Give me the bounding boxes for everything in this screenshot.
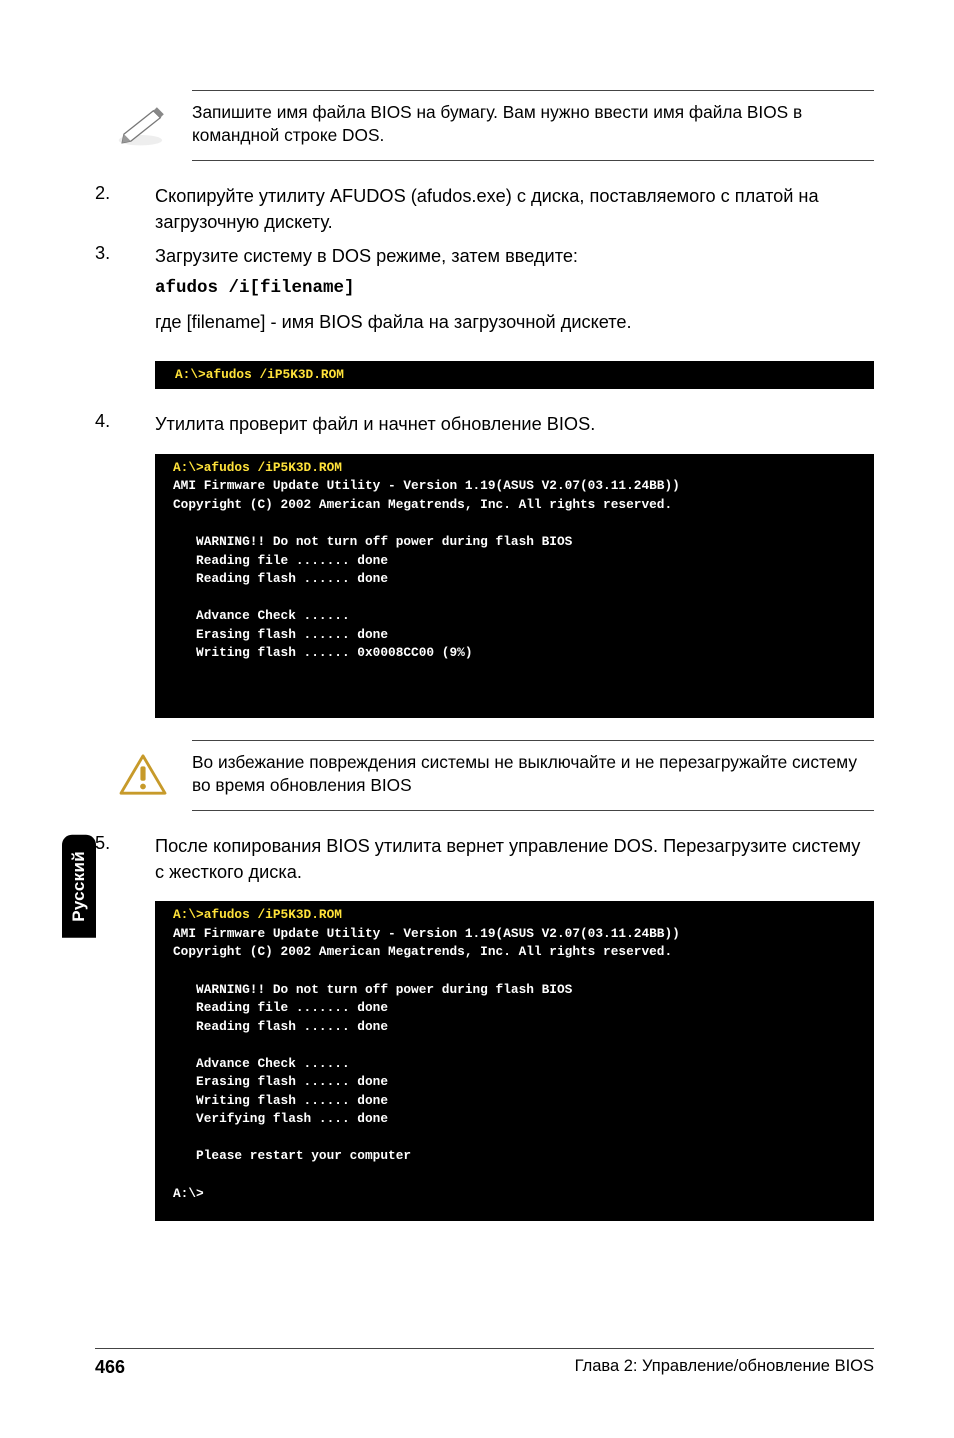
- step-2: 2. Скопируйте утилиту AFUDOS (afudos.exe…: [95, 183, 874, 236]
- terminal-line: Reading file ....... done: [173, 553, 388, 568]
- step-number: 3.: [95, 243, 125, 269]
- language-tab: Русский: [62, 835, 96, 938]
- terminal-line: Writing flash ...... done: [173, 1093, 388, 1108]
- step-body: Загрузите систему в DOS режиме, затем вв…: [155, 243, 874, 269]
- terminal-line: Copyright (C) 2002 American Megatrends, …: [173, 497, 672, 512]
- terminal-line: Advance Check ......: [173, 1056, 350, 1071]
- terminal-line: Verifying flash .... done: [173, 1111, 388, 1126]
- step-number: 2.: [95, 183, 125, 236]
- step-5: 5. После копирования BIOS утилита вернет…: [95, 833, 874, 886]
- page-number: 466: [95, 1357, 125, 1378]
- command-example: afudos /i[filename]: [155, 278, 874, 298]
- step-body: Утилита проверит файл и начнет обновлени…: [155, 411, 874, 437]
- chapter-title: Глава 2: Управление/обновление BIOS: [575, 1357, 874, 1378]
- step-number: 4.: [95, 411, 125, 437]
- terminal-output-2: A:\>afudos /iP5K3D.ROM AMI Firmware Upda…: [155, 454, 874, 718]
- terminal-output-3: A:\>afudos /iP5K3D.ROM AMI Firmware Upda…: [155, 901, 874, 1221]
- terminal-command: A:\>afudos /iP5K3D.ROM: [173, 460, 342, 475]
- terminal-prompt: A:\>: [173, 1186, 204, 1201]
- warning-icon: [115, 748, 170, 803]
- terminal-line: Copyright (C) 2002 American Megatrends, …: [173, 944, 672, 959]
- info-note: Запишите имя файла BIOS на бумагу. Вам н…: [115, 90, 874, 161]
- note-text: Запишите имя файла BIOS на бумагу. Вам н…: [192, 90, 874, 161]
- terminal-line: AMI Firmware Update Utility - Version 1.…: [173, 478, 680, 493]
- step-body: Скопируйте утилиту AFUDOS (afudos.exe) с…: [155, 183, 874, 236]
- terminal-line: Reading flash ...... done: [173, 571, 388, 586]
- step-body: После копирования BIOS утилита вернет уп…: [155, 833, 874, 886]
- pencil-icon: [115, 98, 170, 153]
- warning-text: Во избежание повреждения системы не выкл…: [192, 740, 874, 811]
- terminal-output-1: A:\>afudos /iP5K3D.ROM: [155, 361, 874, 390]
- terminal-line: Advance Check ......: [173, 608, 350, 623]
- terminal-line: Reading file ....... done: [173, 1000, 388, 1015]
- terminal-line: WARNING!! Do not turn off power during f…: [173, 534, 572, 549]
- step-number: 5.: [95, 833, 125, 886]
- terminal-command: A:\>afudos /iP5K3D.ROM: [173, 907, 342, 922]
- terminal-command: A:\>afudos /iP5K3D.ROM: [175, 367, 344, 382]
- terminal-line: Erasing flash ...... done: [173, 1074, 388, 1089]
- where-clause: где [filename] - имя BIOS файла на загру…: [155, 312, 874, 333]
- terminal-line: WARNING!! Do not turn off power during f…: [173, 982, 572, 997]
- step-4: 4. Утилита проверит файл и начнет обновл…: [95, 411, 874, 437]
- page-footer: 466 Глава 2: Управление/обновление BIOS: [95, 1348, 874, 1378]
- terminal-line: AMI Firmware Update Utility - Version 1.…: [173, 926, 680, 941]
- terminal-line: Reading flash ...... done: [173, 1019, 388, 1034]
- terminal-line: Erasing flash ...... done: [173, 627, 388, 642]
- step-3: 3. Загрузите систему в DOS режиме, затем…: [95, 243, 874, 269]
- warning-note: Во избежание повреждения системы не выкл…: [115, 740, 874, 811]
- terminal-line: Writing flash ...... 0x0008CC00 (9%): [173, 645, 473, 660]
- terminal-line: Please restart your computer: [173, 1148, 411, 1163]
